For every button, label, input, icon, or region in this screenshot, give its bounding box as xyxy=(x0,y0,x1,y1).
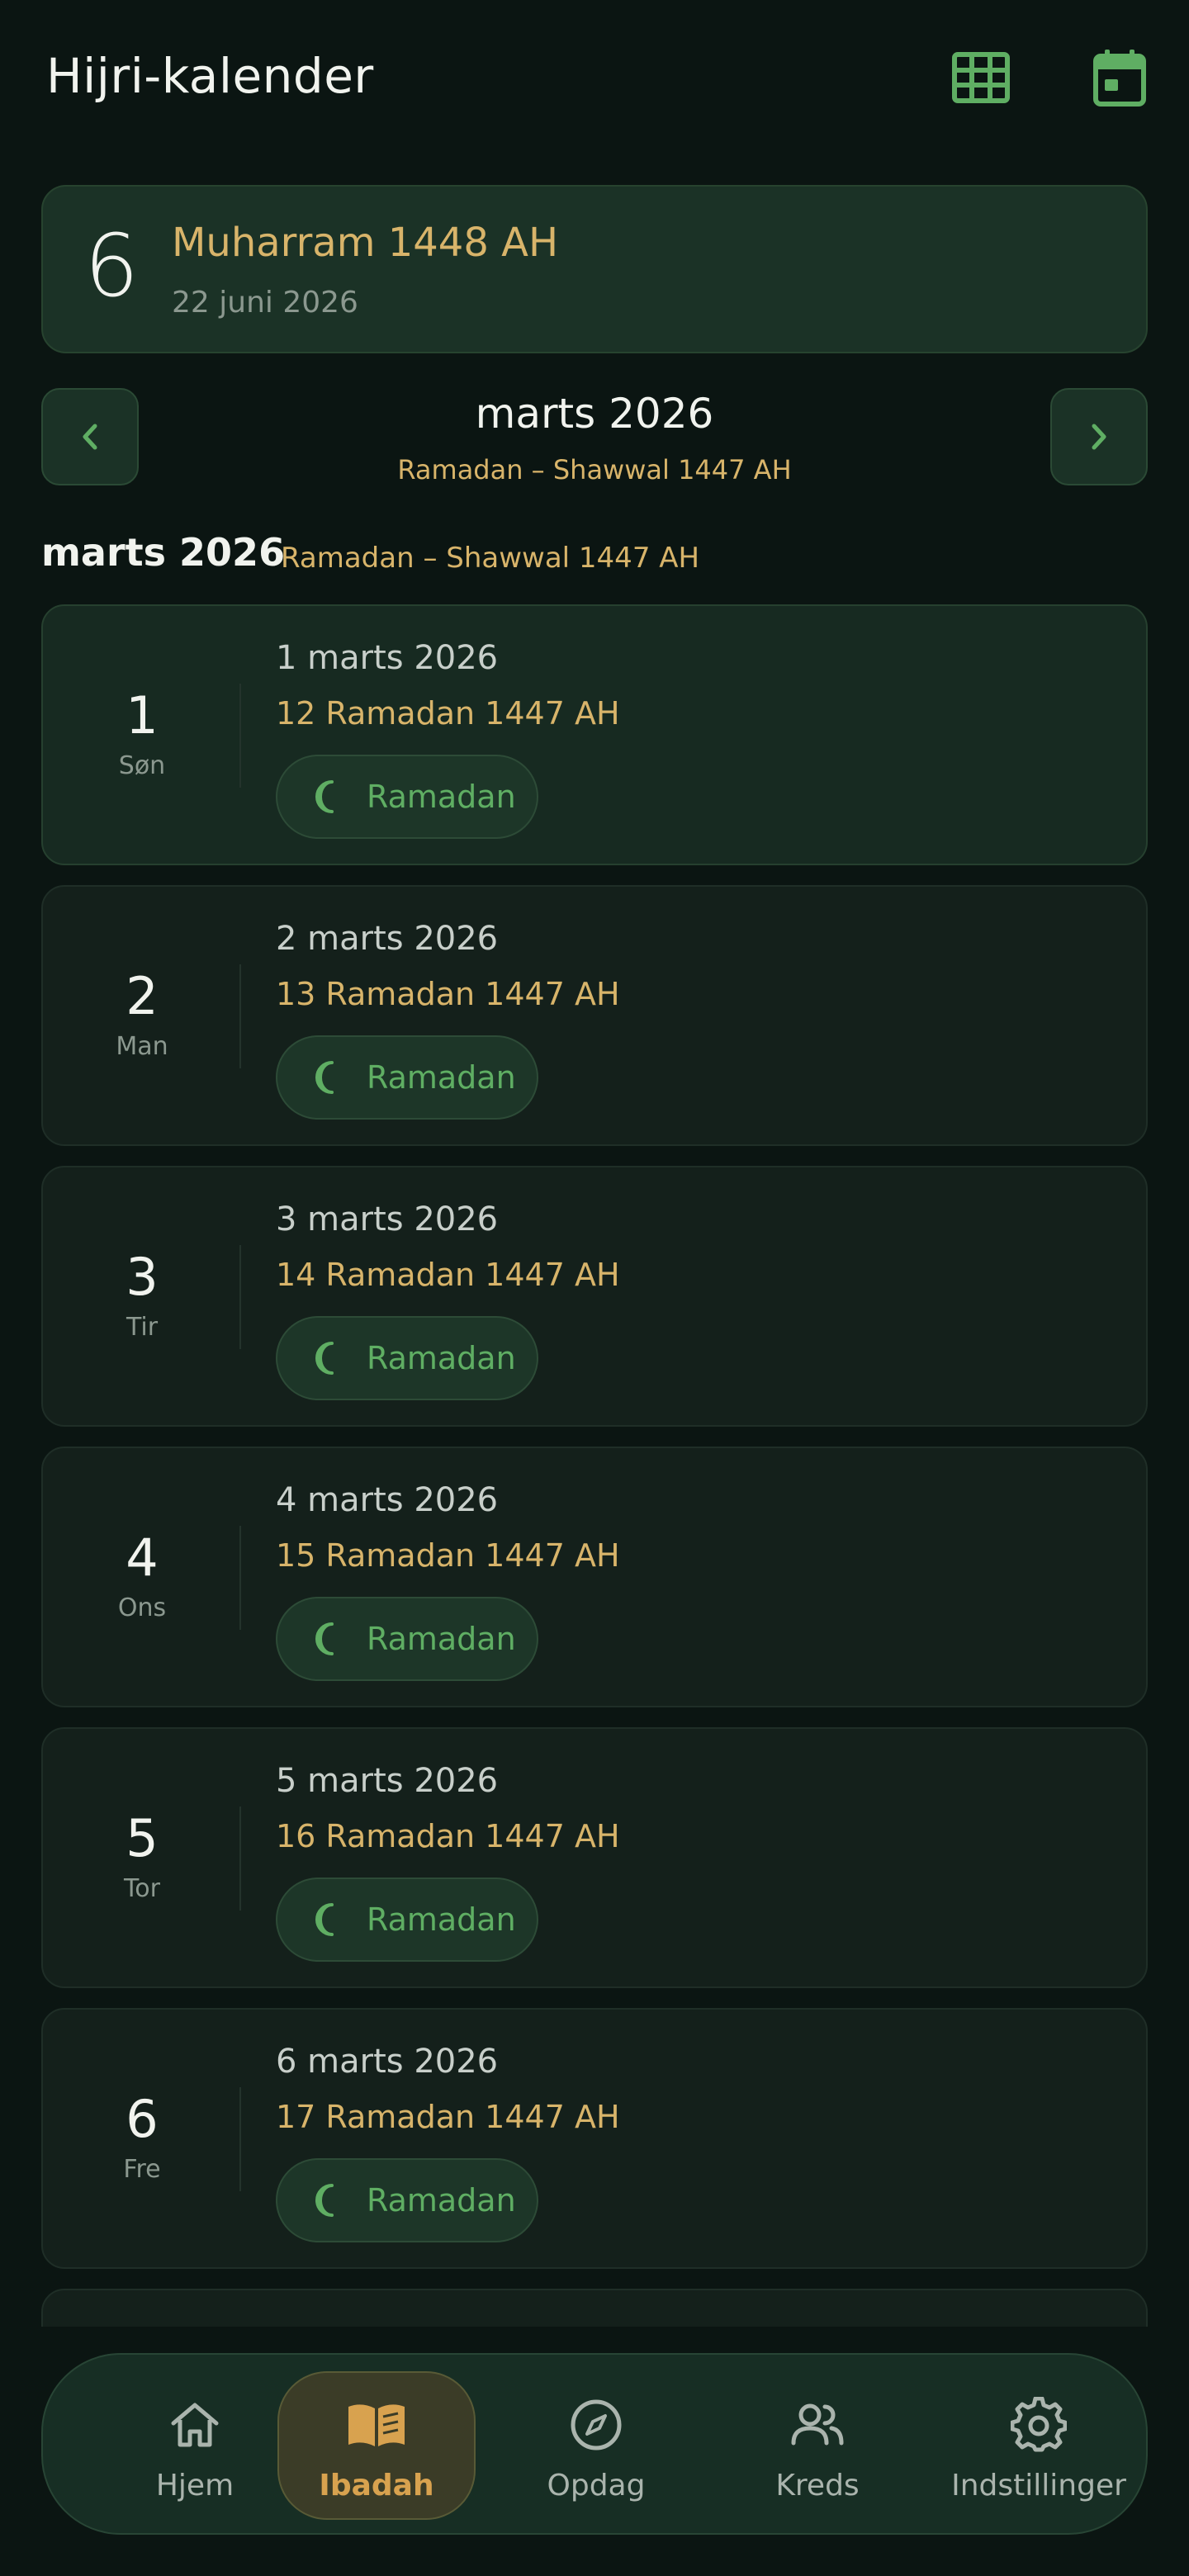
section-title: marts 2026 xyxy=(41,530,286,575)
day-card[interactable]: 3 Tir 3 marts 2026 14 Ramadan 1447 AH Ra… xyxy=(41,1166,1148,1427)
weekday-label: Tir xyxy=(126,1313,159,1342)
next-month-button[interactable] xyxy=(1050,388,1148,485)
home-icon xyxy=(96,2396,294,2454)
badge-label: Ramadan xyxy=(367,1340,516,1376)
nav-item-circle[interactable]: Kreds xyxy=(718,2355,917,2536)
month-title: marts 2026 xyxy=(475,390,714,438)
nav-label: Kreds xyxy=(775,2469,860,2503)
ramadan-badge: Ramadan xyxy=(276,1597,538,1681)
day-number: 3 xyxy=(126,1247,159,1307)
badge-label: Ramadan xyxy=(367,2182,516,2218)
gregorian-date: 2 marts 2026 xyxy=(276,920,499,958)
nav-item-home[interactable]: Hjem xyxy=(96,2355,294,2536)
hijri-calendar-screen: Hijri-kalender 6 Muharram 1448 AH 22 jun xyxy=(0,0,1189,2576)
ramadan-badge: Ramadan xyxy=(276,1316,538,1400)
section-subtitle: Ramadan – Shawwal 1447 AH xyxy=(281,542,700,575)
ramadan-badge: Ramadan xyxy=(276,1035,538,1120)
divider xyxy=(239,1245,241,1349)
divider xyxy=(239,1807,241,1911)
day-card[interactable]: 4 Ons 4 marts 2026 15 Ramadan 1447 AH Ra… xyxy=(41,1447,1148,1707)
day-card[interactable]: 5 Tor 5 marts 2026 16 Ramadan 1447 AH Ra… xyxy=(41,1727,1148,1988)
weekday-label: Ons xyxy=(117,1593,167,1622)
today-day-number: 6 xyxy=(84,215,140,316)
hijri-date: 13 Ramadan 1447 AH xyxy=(276,976,620,1012)
calendar-button[interactable] xyxy=(1088,46,1151,109)
divider xyxy=(239,964,241,1068)
hijri-date: 15 Ramadan 1447 AH xyxy=(276,1537,620,1574)
nav-item-discover[interactable]: Opdag xyxy=(497,2355,695,2536)
nav-label: Indstillinger xyxy=(951,2469,1126,2503)
people-icon xyxy=(718,2396,917,2454)
divider xyxy=(239,684,241,788)
calendar-icon xyxy=(1093,50,1146,107)
day-number: 2 xyxy=(126,966,159,1026)
ramadan-badge: Ramadan xyxy=(276,755,538,839)
badge-label: Ramadan xyxy=(367,779,516,815)
crescent-moon-icon xyxy=(309,1059,345,1096)
ramadan-badge: Ramadan xyxy=(276,2158,538,2242)
nav-label: Opdag xyxy=(547,2469,646,2503)
nav-item-settings[interactable]: Indstillinger xyxy=(940,2355,1138,2536)
day-card[interactable]: 6 Fre 6 marts 2026 17 Ramadan 1447 AH Ra… xyxy=(41,2008,1148,2269)
gregorian-date: 3 marts 2026 xyxy=(276,1200,499,1238)
crescent-moon-icon xyxy=(309,1901,345,1938)
weekday-label: Søn xyxy=(118,751,166,780)
today-hijri-date: Muharram 1448 AH xyxy=(172,220,559,266)
settings-icon xyxy=(940,2396,1138,2454)
header: Hijri-kalender xyxy=(0,0,1189,165)
day-card[interactable]: 1 Søn 1 marts 2026 12 Ramadan 1447 AH Ra… xyxy=(41,604,1148,865)
grid-view-button[interactable] xyxy=(950,46,1012,109)
bottom-navigation: Hjem Ibadah Opdag Kreds Indstillinger xyxy=(41,2353,1148,2535)
day-list[interactable]: 1 Søn 1 marts 2026 12 Ramadan 1447 AH Ra… xyxy=(41,604,1148,2327)
badge-label: Ramadan xyxy=(367,1901,516,1938)
gregorian-date: 6 marts 2026 xyxy=(276,2043,499,2081)
day-card[interactable] xyxy=(41,2289,1148,2327)
nav-label: Hjem xyxy=(155,2469,234,2503)
today-gregorian-date: 22 juni 2026 xyxy=(172,286,358,320)
chevron-right-icon xyxy=(1092,424,1106,450)
day-number: 4 xyxy=(126,1527,159,1588)
compass-icon xyxy=(497,2396,695,2454)
weekday-label: Tor xyxy=(124,1874,160,1903)
badge-label: Ramadan xyxy=(367,1059,516,1096)
day-number: 1 xyxy=(126,685,159,746)
day-number: 6 xyxy=(126,2089,159,2149)
today-card[interactable]: 6 Muharram 1448 AH 22 juni 2026 xyxy=(41,185,1148,353)
gregorian-date: 5 marts 2026 xyxy=(276,1762,499,1800)
hijri-date: 16 Ramadan 1447 AH xyxy=(276,1818,620,1854)
crescent-moon-icon xyxy=(309,1621,345,1657)
nav-label: Ibadah xyxy=(319,2469,434,2503)
nav-item-ibadah[interactable]: Ibadah xyxy=(277,2355,476,2536)
gregorian-date: 4 marts 2026 xyxy=(276,1481,499,1519)
book-icon xyxy=(277,2396,476,2454)
ramadan-badge: Ramadan xyxy=(276,1878,538,1962)
grid-icon xyxy=(952,52,1010,103)
day-number: 5 xyxy=(126,1808,159,1868)
hijri-date: 17 Ramadan 1447 AH xyxy=(276,2099,620,2135)
crescent-moon-icon xyxy=(309,1340,345,1376)
weekday-label: Fre xyxy=(123,2155,161,2184)
day-card[interactable]: 2 Man 2 marts 2026 13 Ramadan 1447 AH Ra… xyxy=(41,885,1148,1146)
divider xyxy=(239,2087,241,2191)
badge-label: Ramadan xyxy=(367,1621,516,1657)
gregorian-date: 1 marts 2026 xyxy=(276,639,499,677)
page-title: Hijri-kalender xyxy=(46,48,374,104)
hijri-date: 12 Ramadan 1447 AH xyxy=(276,695,620,732)
crescent-moon-icon xyxy=(309,779,345,815)
weekday-label: Man xyxy=(116,1032,168,1061)
crescent-moon-icon xyxy=(309,2182,345,2218)
month-hijri-range: Ramadan – Shawwal 1447 AH xyxy=(397,454,792,485)
divider xyxy=(239,1526,241,1630)
hijri-date: 14 Ramadan 1447 AH xyxy=(276,1257,620,1293)
